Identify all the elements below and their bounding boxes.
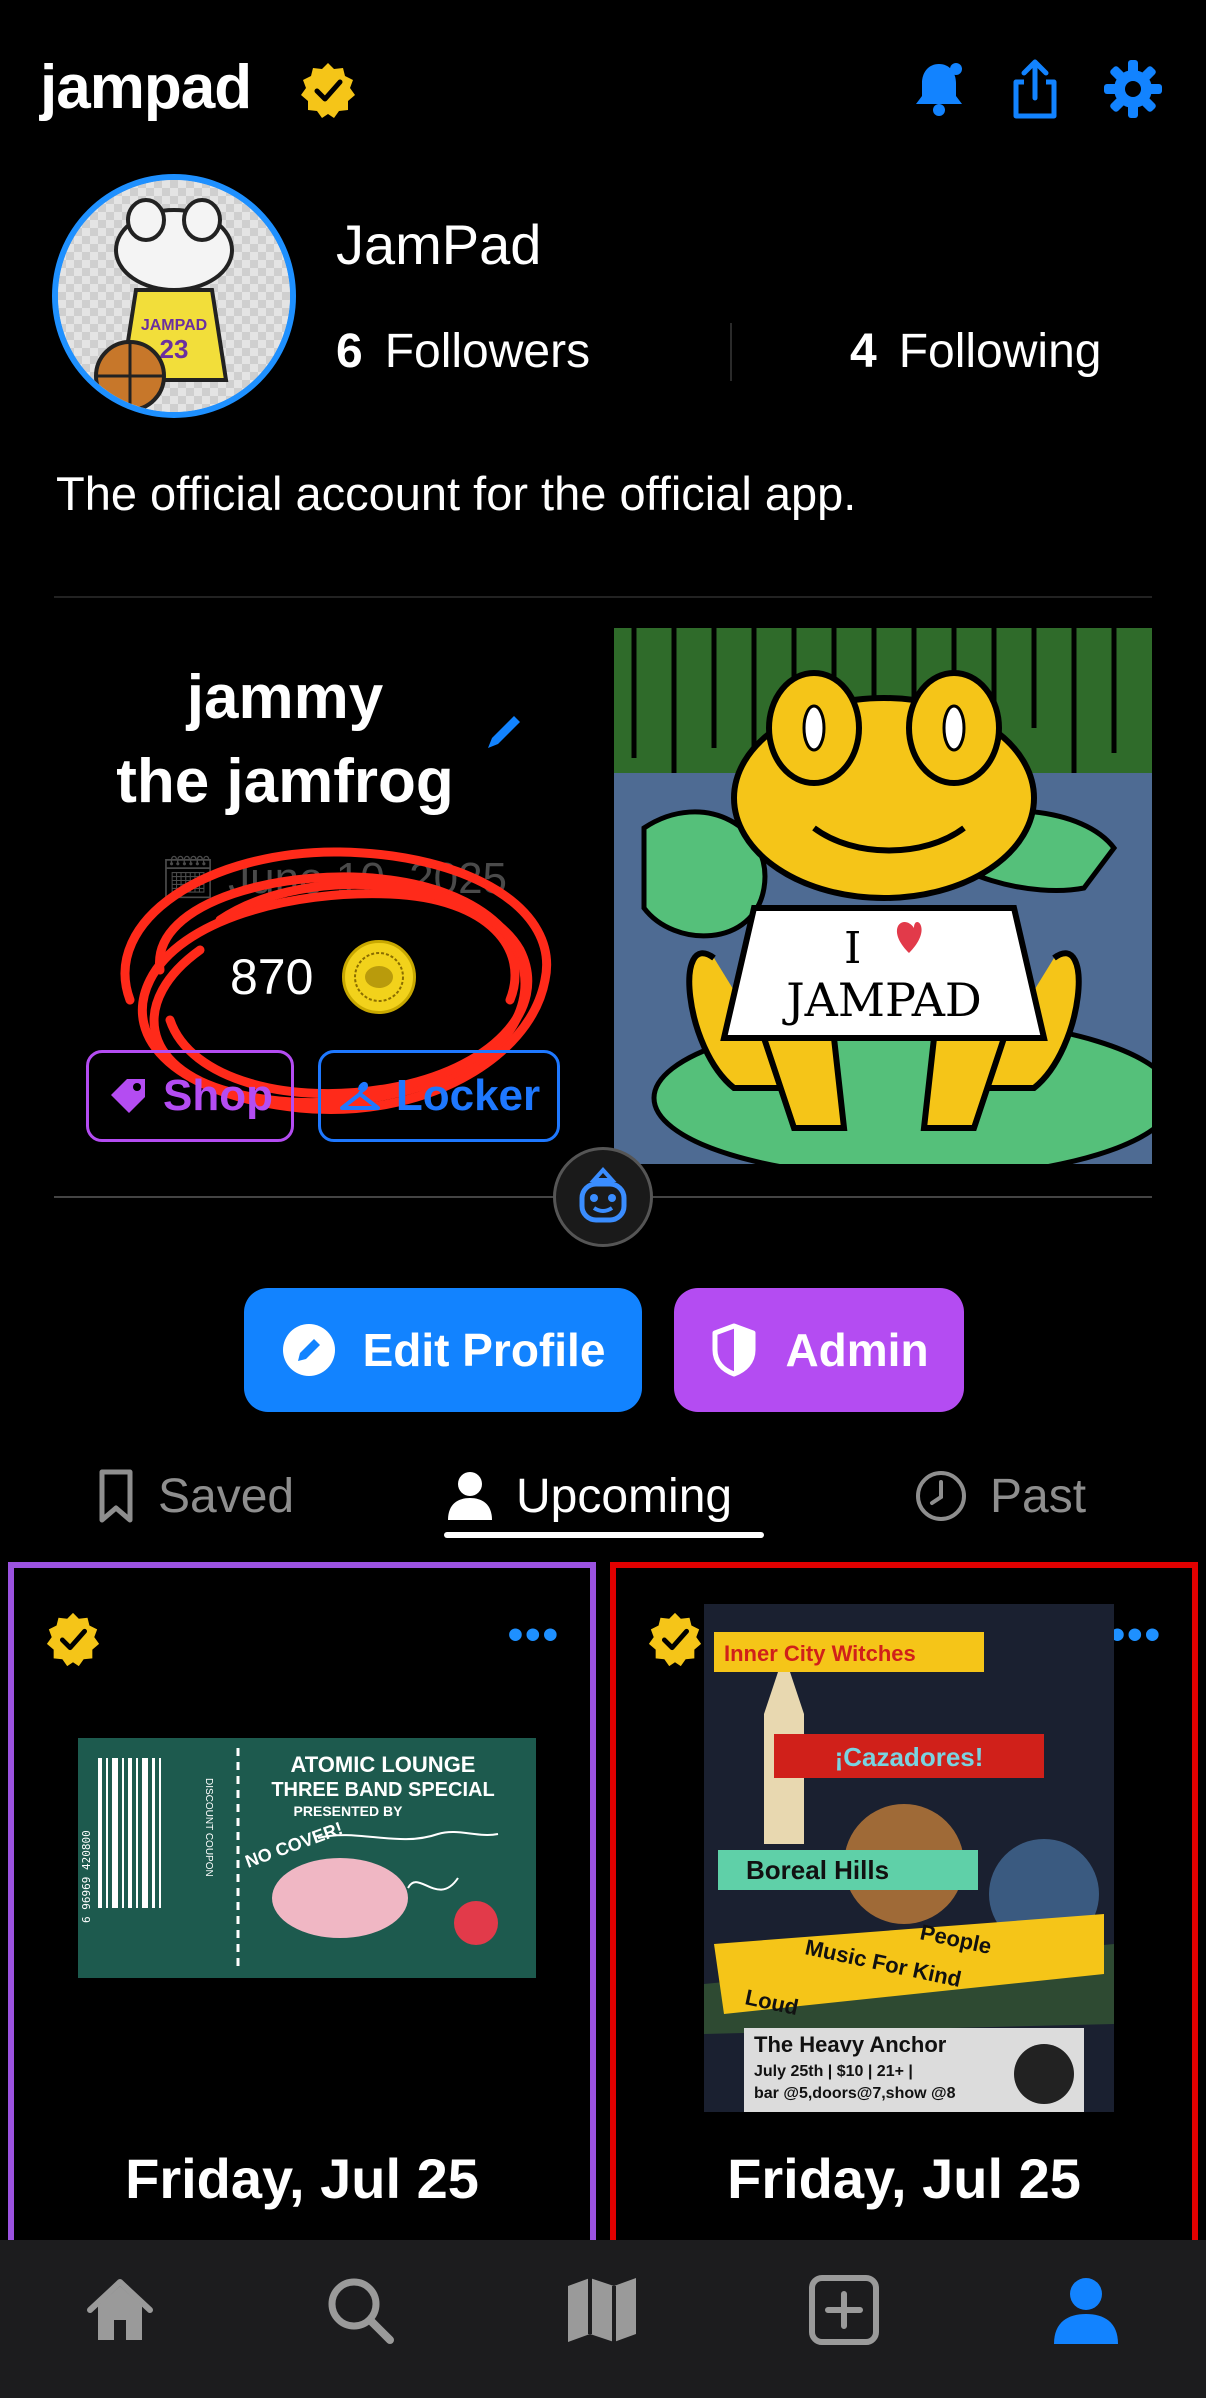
followers-stat[interactable]: 6 Followers [336,324,590,379]
verified-badge-icon [301,63,355,118]
mascot-button[interactable] [553,1147,653,1247]
art-text-i: I [844,923,861,974]
locker-button[interactable]: Locker [318,1050,560,1142]
person-icon [448,1472,492,1520]
following-count: 4 [850,325,877,378]
event-details: July 25th | $10 | 21+ | [754,2063,913,2080]
following-stat[interactable]: 4 Following [850,324,1101,379]
stat-divider [730,323,732,381]
band-3: Boreal Hills [746,1855,889,1885]
band-2: ¡Cazadores! [835,1742,984,1772]
event-times: bar @5,doors@7,show @8 [754,2085,956,2102]
bell-icon[interactable] [906,56,972,122]
pet-name-line2: the jamfrog [116,747,454,816]
admin-button[interactable]: Admin [674,1288,964,1412]
pencil-icon[interactable] [480,708,528,756]
tab-saved[interactable]: Saved [96,1460,294,1532]
following-label: Following [898,325,1102,378]
tab-upcoming-label: Upcoming [516,1469,733,1523]
gear-icon[interactable] [1100,56,1166,122]
display-name: JamPad [336,213,542,276]
verified-badge-icon [648,1612,702,1667]
event-flyer[interactable]: Inner City Witches ¡Cazadores! Boreal Hi… [704,1604,1114,2112]
event-date: Friday, Jul 25 [125,2147,479,2210]
flyer-line3: PRESENTED BY [294,1803,404,1819]
svg-text:23: 23 [160,334,189,364]
profile-icon[interactable] [1048,2272,1124,2348]
tab-past-label: Past [990,1469,1087,1523]
app-title: jampad [40,53,252,122]
map-icon[interactable] [564,2272,640,2348]
more-options-button[interactable]: ••• [1110,1610,1162,1660]
locker-label: Locker [395,1071,541,1120]
tag-icon [111,1079,145,1113]
pet-image[interactable]: I JAMPAD [614,628,1152,1164]
band-1: Inner City Witches [724,1641,916,1666]
tab-upcoming[interactable]: Upcoming [446,1460,732,1532]
discount-coupon-text: DISCOUNT COUPON [203,1778,214,1877]
edit-profile-label: Edit Profile [362,1324,606,1376]
frog-icon [579,1167,627,1223]
art-text-jampad: JAMPAD [782,973,982,1027]
flyer-line1: ATOMIC LOUNGE [291,1752,476,1777]
venue-name: The Heavy Anchor [754,2032,947,2057]
verified-badge-icon [46,1612,100,1667]
pet-name: jammy the jamfrog [60,656,510,824]
home-icon[interactable] [82,2272,158,2348]
flyer-line2: THREE BAND SPECIAL [271,1779,494,1801]
avatar[interactable]: JAMPAD 23 [52,174,296,418]
hanger-icon [339,1081,380,1110]
shop-label: Shop [163,1071,273,1120]
clock-icon [916,1471,966,1521]
divider [54,596,1152,598]
tab-past[interactable]: Past [914,1460,1086,1532]
active-tab-indicator [444,1532,764,1538]
edit-profile-button[interactable]: Edit Profile [244,1288,642,1412]
followers-count: 6 [336,325,363,378]
add-icon[interactable] [806,2272,882,2348]
shield-icon [712,1323,756,1377]
more-options-button[interactable]: ••• [508,1610,560,1660]
event-flyer[interactable]: 6 96969 420800 DISCOUNT COUPON ATOMIC LO… [78,1738,536,1978]
barcode-digits: 6 96969 420800 [80,1830,93,1923]
followers-label: Followers [384,325,591,378]
bookmark-icon [99,1469,133,1523]
tab-saved-label: Saved [158,1469,295,1523]
edit-icon [282,1324,335,1376]
share-icon[interactable] [1002,56,1068,122]
admin-label: Admin [785,1324,929,1376]
event-date: Friday, Jul 25 [727,2147,1081,2210]
bio: The official account for the official ap… [56,467,857,520]
shop-button[interactable]: Shop [86,1050,294,1142]
search-icon[interactable] [322,2272,398,2348]
svg-text:JAMPAD: JAMPAD [141,317,207,334]
pet-name-line1: jammy [186,663,384,732]
